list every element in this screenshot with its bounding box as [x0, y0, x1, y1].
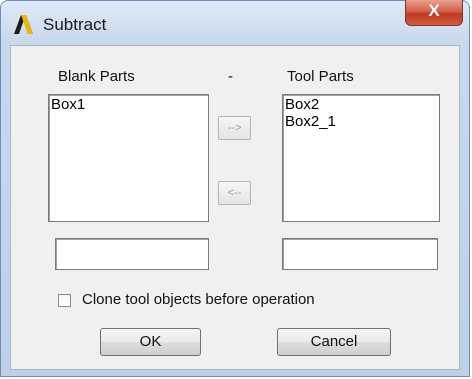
blank-parts-field[interactable]: [55, 238, 209, 270]
close-icon: X: [428, 1, 440, 20]
dialog-body: Blank Parts - Tool Parts Box1 --> <-- Bo…: [10, 45, 460, 370]
clone-tool-objects-label: Clone tool objects before operation: [82, 291, 315, 308]
title-bar[interactable]: Subtract X: [1, 0, 469, 45]
blank-parts-label: Blank Parts: [58, 68, 135, 85]
list-item[interactable]: Box1: [51, 96, 206, 113]
close-button[interactable]: X: [405, 0, 463, 26]
tool-parts-list[interactable]: Box2 Box2_1: [282, 94, 440, 222]
cancel-button[interactable]: Cancel: [277, 328, 391, 356]
tool-parts-field[interactable]: [282, 238, 438, 270]
list-item[interactable]: Box2_1: [285, 113, 437, 130]
ok-button[interactable]: OK: [100, 328, 201, 356]
separator-label: -: [228, 68, 233, 85]
move-left-button[interactable]: <--: [218, 181, 251, 205]
window-title: Subtract: [43, 15, 107, 34]
subtract-dialog: Subtract X Blank Parts - Tool Parts Box1…: [0, 0, 470, 377]
blank-parts-list[interactable]: Box1: [48, 94, 209, 222]
tool-parts-label: Tool Parts: [287, 68, 354, 85]
clone-tool-objects-checkbox[interactable]: [58, 294, 71, 307]
move-right-button[interactable]: -->: [218, 116, 251, 140]
ansys-logo-icon: [14, 15, 33, 34]
list-item[interactable]: Box2: [285, 96, 437, 113]
